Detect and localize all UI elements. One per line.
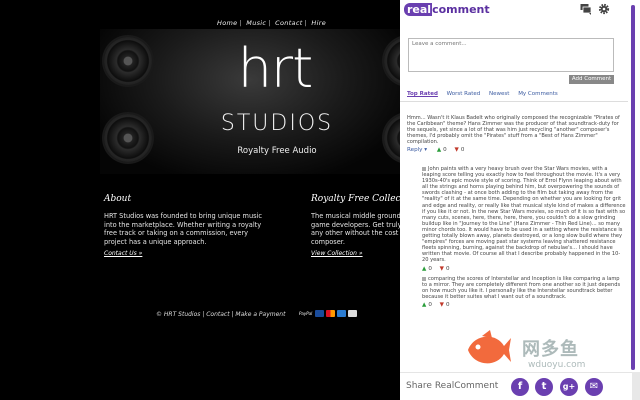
visa-logo	[315, 310, 324, 317]
comment-actions: ▲ 0 ▼ 0	[422, 302, 626, 308]
upvote-icon[interactable]: ▲	[422, 266, 426, 272]
downvote-count: 0	[445, 265, 450, 272]
fish-watermark-icon	[468, 330, 511, 364]
comments-scroll-area[interactable]: Add Comment Top Rated Worst Rated Newest…	[400, 18, 636, 370]
site-footer: © HRT Studios | Contact | Make a Payment	[156, 311, 286, 318]
downvote-icon[interactable]: ▼	[455, 147, 459, 153]
collection-text: The musical middle ground f game develop…	[311, 212, 400, 246]
comment-text: comparing the scores of Interstellar and…	[422, 276, 626, 300]
site-logo: hrt	[237, 37, 314, 100]
comment-text: Hmm... Wasn't it Klaus Badelt who origin…	[407, 115, 620, 146]
downvote-count: 0	[445, 302, 450, 309]
discover-logo	[348, 310, 357, 317]
speaker-image	[104, 114, 152, 162]
nav-home-link[interactable]: Home	[217, 19, 237, 27]
twitter-share-icon[interactable]: t	[535, 378, 553, 396]
facebook-share-icon[interactable]: f	[511, 378, 529, 396]
paypal-logo: PayPal	[299, 311, 313, 316]
google-plus-share-icon[interactable]: g+	[560, 378, 578, 396]
downvote-count: 0	[460, 147, 465, 154]
comment-actions: ▲ 0 ▼ 0	[422, 266, 626, 272]
upvote-count: 0	[428, 302, 432, 309]
site-navigation: Home | Music | Contact | Hire	[217, 19, 328, 27]
about-text: HRT Studios was founded to bring unique …	[104, 212, 263, 246]
avatar	[422, 276, 426, 281]
realcomment-logo: realcomment	[404, 3, 490, 16]
upvote-count: 0	[428, 265, 432, 272]
view-collection-link[interactable]: View Collection »	[311, 250, 363, 257]
mastercard-logo	[326, 310, 335, 317]
nav-separator: |	[239, 19, 242, 27]
tab-my-comments[interactable]: My Comments	[518, 91, 558, 97]
tab-top-rated[interactable]: Top Rated	[407, 91, 438, 97]
share-label: Share RealComment	[406, 381, 499, 391]
amex-logo	[337, 310, 346, 317]
realcomment-panel: realcomment Add Comment Top Rated Worst …	[400, 0, 640, 400]
email-share-icon[interactable]: ✉	[585, 378, 603, 396]
watermark-text: 网多鱼	[522, 339, 579, 360]
collection-line: any other without the cost of	[311, 229, 400, 237]
comment-input[interactable]	[408, 38, 614, 72]
nav-contact-link[interactable]: Contact	[275, 19, 302, 27]
gear-icon[interactable]	[598, 3, 610, 15]
share-bar: Share RealComment f t g+ ✉	[400, 372, 632, 400]
comment-item: Hmm... Wasn't it Klaus Badelt who origin…	[407, 115, 626, 154]
reply-button[interactable]: Reply ▾	[407, 147, 427, 153]
comment-actions: Reply ▾ ▲ 0 ▼ 0	[407, 147, 626, 153]
upvote-icon[interactable]: ▲	[422, 302, 426, 308]
website-background: Home | Music | Contact | Hire hrt STUDIOS R…	[0, 0, 400, 400]
tab-newest[interactable]: Newest	[489, 91, 509, 97]
watermark-url: wduoyu.com	[528, 360, 586, 370]
speaker-image	[104, 37, 152, 85]
sort-tabs: Top Rated Worst Rated Newest My Comments	[407, 91, 565, 97]
site-tagline: Royalty Free Audio	[237, 146, 317, 156]
about-heading: About	[104, 194, 132, 204]
comment-text: John paints with a very heavy brush over…	[422, 166, 626, 264]
contact-us-link[interactable]: Contact Us »	[104, 250, 142, 257]
add-comment-button[interactable]: Add Comment	[569, 75, 614, 84]
comment-item: comparing the scores of Interstellar and…	[422, 276, 626, 308]
nav-music-link[interactable]: Music	[246, 19, 266, 27]
comment-body: John paints with a very heavy brush over…	[422, 166, 626, 264]
tab-worst-rated[interactable]: Worst Rated	[447, 91, 481, 97]
divider	[400, 101, 628, 102]
downvote-icon[interactable]: ▼	[440, 302, 444, 308]
upvote-icon[interactable]: ▲	[437, 147, 441, 153]
collection-line: game developers. Get truly c	[311, 220, 400, 229]
collection-heading: Royalty Free Collecti	[311, 194, 400, 204]
payment-logos: PayPal	[299, 310, 357, 317]
comment-item: John paints with a very heavy brush over…	[422, 166, 626, 272]
collection-line: composer.	[311, 237, 345, 246]
site-logo-subtitle: STUDIOS	[220, 111, 334, 136]
downvote-icon[interactable]: ▼	[440, 266, 444, 272]
upvote-count: 0	[443, 147, 447, 154]
nav-separator: |	[304, 19, 308, 27]
comment-body: comparing the scores of Interstellar and…	[422, 276, 621, 301]
collection-line: The musical middle ground f	[311, 212, 400, 220]
chat-icon[interactable]	[580, 3, 592, 15]
scrollbar-thumb[interactable]	[631, 5, 635, 370]
panel-header: realcomment	[400, 0, 640, 18]
window-edge	[632, 372, 640, 400]
nav-hire-link[interactable]: Hire	[311, 19, 326, 27]
avatar	[422, 166, 426, 171]
nav-separator: |	[268, 19, 271, 27]
